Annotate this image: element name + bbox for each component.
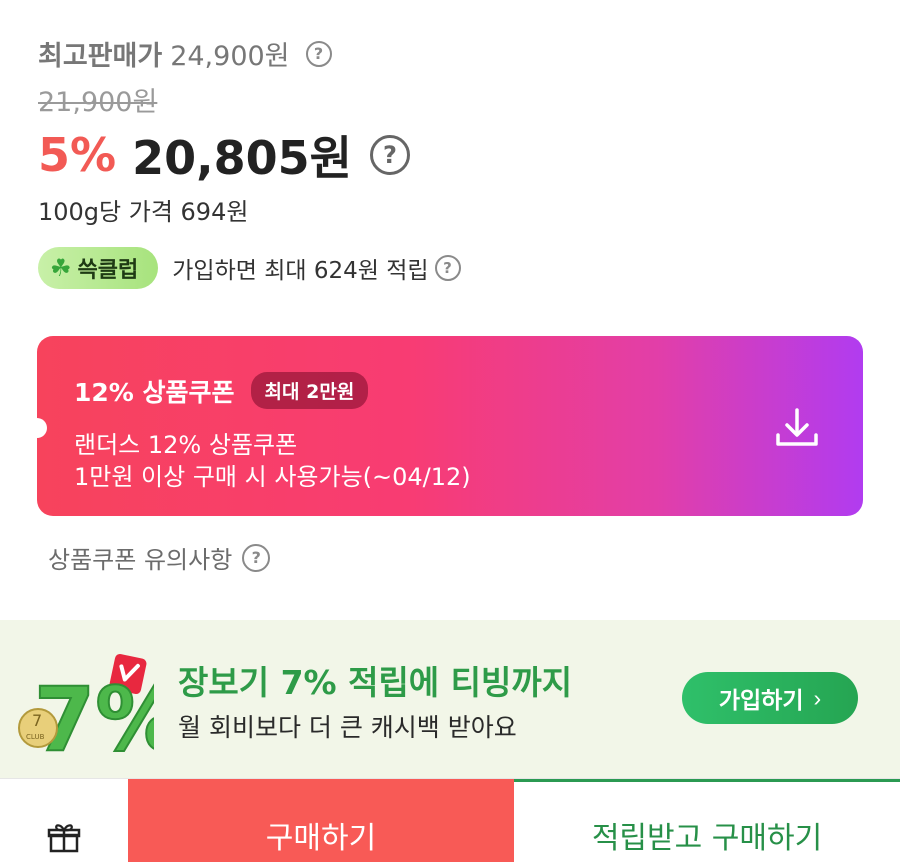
coupon-desc-line1: 랜더스 12% 상품쿠폰 (74, 431, 298, 459)
coupon-desc-line2: 1만원 이상 구매 시 사용가능(~04/12) (74, 463, 471, 491)
gift-button[interactable] (0, 779, 128, 862)
coupon-notice-label: 상품쿠폰 유의사항 (48, 546, 233, 574)
promo-banner[interactable]: 7% 7 CLUB 장보기 7% 적립에 티빙까지 월 회비보다 더 큰 캐시백… (0, 620, 900, 778)
max-price-row: 최고판매가 24,900원 ? (38, 34, 332, 73)
gift-icon (47, 824, 81, 853)
chevron-right-icon: › (813, 684, 822, 711)
download-icon[interactable] (772, 402, 822, 452)
coupon-max-badge: 최대 2만원 (250, 372, 369, 409)
bottom-action-bar: 구매하기 적립받고 구매하기 (0, 778, 900, 862)
coupon-title-row: 12% 상품쿠폰 최대 2만원 (74, 372, 369, 409)
question-circle-icon[interactable]: ? (369, 135, 410, 175)
sale-price: 20,805원 (132, 131, 352, 185)
coupon-notch (27, 418, 47, 438)
unit-price: 100g당 가격 694원 (38, 198, 249, 226)
join-button[interactable]: 가입하기 › (682, 672, 858, 724)
club-badge[interactable]: ☘ 쓱클럽 (38, 247, 159, 289)
svg-text:7: 7 (32, 711, 42, 730)
question-circle-icon[interactable]: ? (434, 255, 461, 281)
coupon-title: 12% 상품쿠폰 (74, 377, 235, 407)
club-badge-label: 쓱클럽 (77, 258, 139, 283)
question-circle-icon[interactable]: ? (242, 543, 271, 572)
club-row: ☘ 쓱클럽 가입하면 최대 624원 적립 ? (38, 247, 461, 289)
coin-label: CLUB (26, 733, 45, 741)
coupon-card[interactable]: 12% 상품쿠폰 최대 2만원 랜더스 12% 상품쿠폰 1만원 이상 구매 시… (27, 336, 863, 516)
coupon-notice[interactable]: 상품쿠폰 유의사항 ? (48, 540, 271, 575)
sale-price-row: 5% 20,805원 ? (38, 122, 410, 188)
promo-subtitle: 월 회비보다 더 큰 캐시백 받아요 (178, 713, 517, 742)
original-price: 21,900원 (38, 87, 158, 118)
question-circle-icon[interactable]: ? (305, 40, 332, 67)
clover-icon: ☘ (50, 254, 72, 282)
club-reward-text: 가입하면 최대 624원 적립 (172, 258, 429, 284)
max-price-value: 24,900원 (170, 41, 290, 72)
join-button-label: 가입하기 (718, 687, 804, 713)
reward-buy-button[interactable]: 적립받고 구매하기 (514, 779, 900, 862)
buy-button[interactable]: 구매하기 (128, 779, 514, 862)
max-price-label: 최고판매가 (38, 41, 163, 72)
promo-title: 장보기 7% 적립에 티빙까지 (178, 663, 573, 702)
discount-rate: 5% (38, 128, 117, 182)
seven-percent-art: 7% 7 CLUB (18, 653, 154, 766)
